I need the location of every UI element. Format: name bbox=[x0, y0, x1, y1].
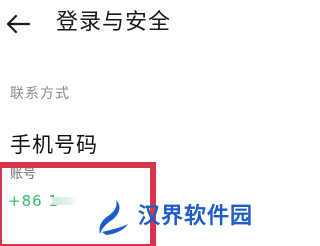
contact-section-header: 联系方式 bbox=[10, 86, 70, 102]
watermark-text: 汉界软件园 bbox=[138, 204, 254, 229]
account-label: 账号 bbox=[10, 167, 37, 182]
phone-number-title: 手机号码 bbox=[10, 133, 98, 157]
top-bar: 登录与安全 bbox=[0, 0, 276, 52]
masked-digits bbox=[52, 197, 78, 205]
back-button[interactable] bbox=[2, 6, 34, 42]
arrow-left-icon bbox=[6, 14, 31, 34]
page-title: 登录与安全 bbox=[56, 10, 172, 35]
watermark-logo-icon bbox=[99, 200, 128, 235]
watermark: 汉界软件园 bbox=[94, 198, 276, 238]
login-security-screen: 登录与安全 联系方式 手机号码 账号 +86 1 汉界软件园 bbox=[0, 0, 276, 246]
